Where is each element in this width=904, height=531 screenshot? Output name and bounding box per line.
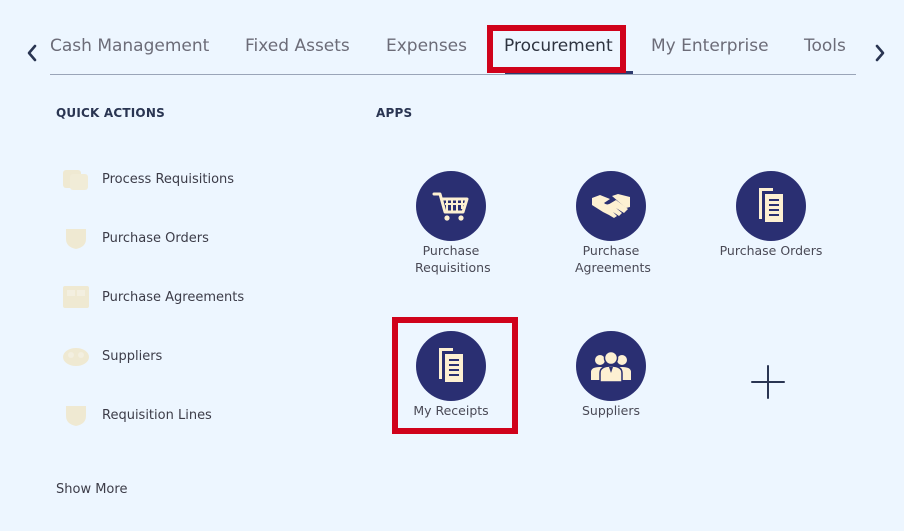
quick-action-purchase-agreements[interactable]: Purchase Agreements xyxy=(60,282,244,312)
quick-action-label: Suppliers xyxy=(102,348,163,364)
quick-action-requisition-lines[interactable]: Requisition Lines xyxy=(60,400,212,430)
show-more-link[interactable]: Show More xyxy=(56,482,127,497)
documents-icon xyxy=(736,171,806,241)
scroll-right-arrow-icon[interactable] xyxy=(870,40,890,66)
app-label: Suppliers xyxy=(581,403,640,418)
plus-icon[interactable] xyxy=(748,362,788,402)
purchase-orders-icon xyxy=(60,225,92,251)
tab-procurement[interactable]: Procurement xyxy=(504,36,613,56)
handshake-icon xyxy=(576,171,646,241)
tab-bar: Cash Management Fixed Assets Expenses Pr… xyxy=(50,22,856,75)
scroll-left-arrow-icon[interactable] xyxy=(22,40,42,66)
tab-fixed-assets[interactable]: Fixed Assets xyxy=(245,36,350,56)
quick-action-suppliers[interactable]: Suppliers xyxy=(60,341,162,371)
purchase-agreements-icon xyxy=(60,284,92,310)
app-label: Purchase Agreements xyxy=(575,243,651,275)
process-requisitions-icon xyxy=(60,166,92,192)
quick-action-purchase-orders[interactable]: Purchase Orders xyxy=(60,223,209,253)
tab-my-enterprise[interactable]: My Enterprise xyxy=(651,36,769,56)
requisition-lines-icon xyxy=(60,402,92,428)
quick-action-label: Purchase Orders xyxy=(102,230,209,246)
active-tab-indicator xyxy=(505,71,633,74)
quick-action-label: Purchase Agreements xyxy=(102,289,245,305)
quick-action-label: Process Requisitions xyxy=(102,171,235,187)
shopping-cart-icon xyxy=(416,171,486,241)
app-label: Purchase Requisitions xyxy=(415,243,491,275)
app-label: Purchase Orders xyxy=(719,243,823,258)
apps-heading: APPS xyxy=(376,106,413,120)
quick-actions-heading: QUICK ACTIONS xyxy=(56,106,165,120)
quick-action-process-requisitions[interactable]: Process Requisitions xyxy=(60,164,234,194)
app-my-receipts[interactable]: My Receipts xyxy=(381,331,521,419)
tab-tools[interactable]: Tools xyxy=(804,36,846,56)
app-label: My Receipts xyxy=(413,403,489,418)
suppliers-icon xyxy=(60,343,92,369)
app-purchase-agreements[interactable]: Purchase Agreements xyxy=(541,171,681,276)
tab-cash-management[interactable]: Cash Management xyxy=(50,36,209,56)
quick-action-label: Requisition Lines xyxy=(102,407,212,423)
people-group-icon xyxy=(576,331,646,401)
documents-icon xyxy=(416,331,486,401)
app-suppliers[interactable]: Suppliers xyxy=(541,331,681,419)
app-purchase-orders[interactable]: Purchase Orders xyxy=(701,171,841,259)
tab-expenses[interactable]: Expenses xyxy=(386,36,467,56)
app-purchase-requisitions[interactable]: Purchase Requisitions xyxy=(381,171,521,276)
